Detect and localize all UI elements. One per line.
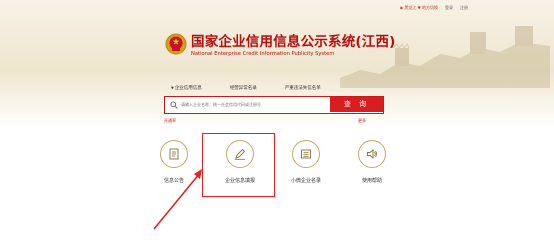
service-label: 使用帮助	[361, 178, 382, 184]
highlight-box	[202, 133, 275, 197]
search-icon	[170, 101, 178, 109]
site-title: 国家企业信用信息公示系统(江西)	[191, 34, 396, 50]
top-utility-bar: ◉ 黑龙江 ▼ 地方切换 登录 注册	[400, 5, 468, 11]
search-hint-left[interactable]: 开通率	[164, 118, 176, 124]
service-label: 小微企业名录	[290, 178, 321, 184]
service-help[interactable]: 使用帮助	[342, 140, 402, 184]
tab-abnormal-operation[interactable]: 经营异常名录	[230, 85, 257, 91]
speaker-icon	[358, 140, 386, 168]
more-link[interactable]: 更多	[358, 118, 366, 124]
location-switch[interactable]: ◉ 黑龙江 ▼ 地方切换	[400, 5, 438, 11]
site-logo[interactable]: 国家企业信用信息公示系统(江西) National Enterprise Cre…	[165, 30, 396, 57]
search-tabs: 企业信用信息 经营异常名录 严重违法失信名单	[171, 85, 321, 91]
search-button[interactable]: 查 询	[330, 97, 383, 112]
site-subtitle: National Enterprise Credit Information P…	[191, 51, 335, 57]
tab-enterprise-credit[interactable]: 企业信用信息	[171, 85, 202, 91]
register-link[interactable]: 注册	[460, 5, 468, 11]
notice-icon	[160, 140, 188, 168]
pointer-arrow-icon	[153, 169, 202, 230]
tab-serious-violation[interactable]: 严重违法失信名单	[285, 85, 321, 91]
search-input[interactable]	[181, 97, 331, 112]
search-box: 查 询	[164, 96, 384, 114]
list-icon	[292, 140, 320, 168]
national-emblem-icon	[165, 33, 187, 54]
service-entries: 信息公告 企业信息填报 小微企业名录 使用帮助	[0, 140, 554, 200]
login-link[interactable]: 登录	[445, 5, 453, 11]
service-small-micro-list[interactable]: 小微企业名录	[276, 140, 336, 184]
